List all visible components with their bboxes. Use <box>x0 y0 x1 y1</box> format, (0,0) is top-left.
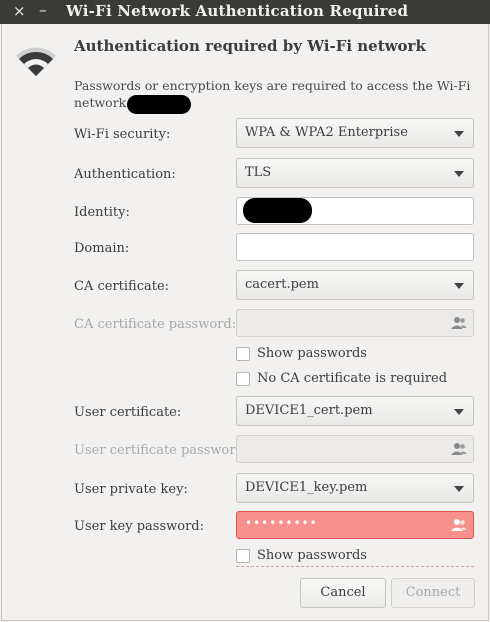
wifi-signal-icon <box>16 47 56 76</box>
user-key-password-value: ••••••••• <box>245 516 318 530</box>
chevron-down-icon <box>454 171 464 177</box>
window-title: Wi-Fi Network Authentication Required <box>66 2 409 20</box>
ca-certificate-value: cacert.pem <box>245 277 319 292</box>
authentication-value: TLS <box>245 165 272 180</box>
checkbox-box[interactable] <box>236 347 250 361</box>
no-ca-required-label: No CA certificate is required <box>257 371 448 386</box>
ca-certificate-select[interactable]: cacert.pem <box>236 270 474 300</box>
user-private-key-label: User private key: <box>74 482 188 497</box>
connect-button[interactable]: Connect <box>391 578 475 608</box>
user-certificate-value: DEVICE1_cert.pem <box>245 403 373 418</box>
focus-outline <box>236 566 474 567</box>
chevron-down-icon <box>454 486 464 492</box>
user-certificate-select[interactable]: DEVICE1_cert.pem <box>236 396 474 426</box>
dialog-heading: Authentication required by Wi-Fi network <box>74 37 426 55</box>
chevron-down-icon <box>454 283 464 289</box>
redaction-mark <box>127 95 191 114</box>
close-icon[interactable]: × <box>13 2 26 20</box>
identity-label: Identity: <box>74 205 130 220</box>
user-private-key-select[interactable]: DEVICE1_key.pem <box>236 473 474 503</box>
checkbox-box[interactable] <box>236 372 250 386</box>
user-icon[interactable] <box>451 442 467 456</box>
user-cert-password-input[interactable] <box>236 435 474 463</box>
show-passwords-label: Show passwords <box>257 548 367 563</box>
user-key-password-label: User key password: <box>74 519 204 534</box>
chevron-down-icon <box>454 409 464 415</box>
ca-cert-password-input[interactable] <box>236 309 474 337</box>
user-icon[interactable] <box>451 518 467 532</box>
user-certificate-label: User certificate: <box>74 405 182 420</box>
cancel-button[interactable]: Cancel <box>300 578 386 608</box>
user-private-key-value: DEVICE1_key.pem <box>245 480 368 495</box>
redaction-mark <box>243 198 312 223</box>
domain-input[interactable] <box>236 233 474 261</box>
domain-label: Domain: <box>74 241 130 256</box>
authentication-label: Authentication: <box>74 167 176 182</box>
user-key-password-input[interactable]: ••••••••• <box>236 511 474 539</box>
minimize-icon[interactable]: – <box>39 1 47 19</box>
checkbox-box[interactable] <box>236 549 250 563</box>
show-passwords-label: Show passwords <box>257 346 367 361</box>
user-cert-password-label: User certificate password: <box>74 443 249 458</box>
wifi-security-select[interactable]: WPA & WPA2 Enterprise <box>236 118 474 148</box>
wifi-security-value: WPA & WPA2 Enterprise <box>245 125 408 140</box>
user-icon[interactable] <box>451 316 467 330</box>
ca-certificate-label: CA certificate: <box>74 279 170 294</box>
wifi-security-label: Wi-Fi security: <box>74 127 171 142</box>
chevron-down-icon <box>454 131 464 137</box>
ca-cert-password-label: CA certificate password: <box>74 317 237 332</box>
authentication-select[interactable]: TLS <box>236 158 474 188</box>
title-bar: × – Wi-Fi Network Authentication Require… <box>0 0 490 24</box>
